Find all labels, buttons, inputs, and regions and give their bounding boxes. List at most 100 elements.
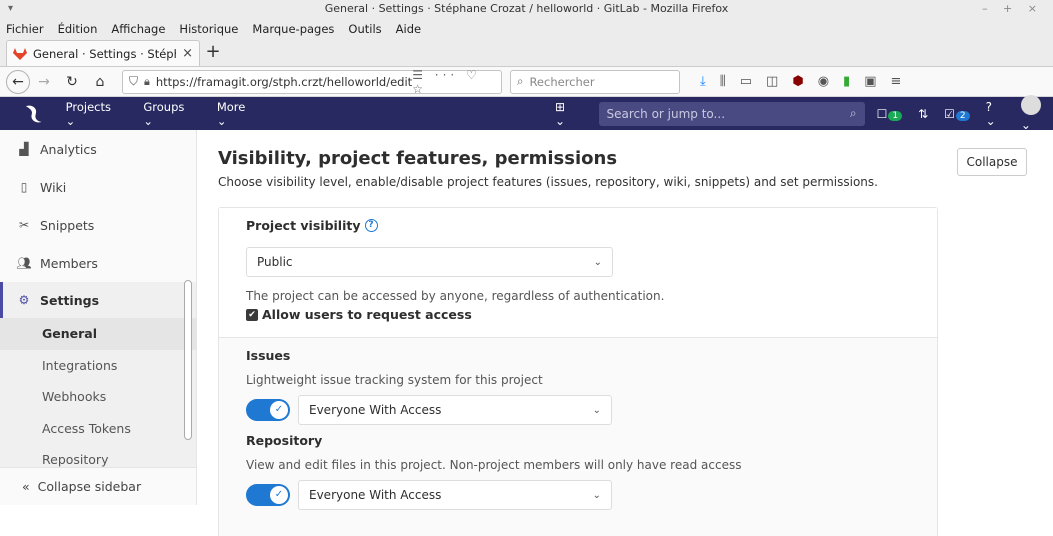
forward-icon[interactable]: →: [30, 70, 58, 94]
double-chevron-left-icon: «: [22, 479, 30, 494]
window-menu-icon[interactable]: ▾: [8, 0, 13, 18]
issues-toggle[interactable]: ✓: [246, 399, 290, 421]
help-icon[interactable]: ?: [364, 219, 378, 232]
issues-description: Lightweight issue tracking system for th…: [246, 373, 543, 387]
menu-affichage[interactable]: Affichage: [111, 22, 165, 36]
search-icon: ⌕: [517, 74, 524, 88]
user-menu[interactable]: ⌄: [1020, 95, 1053, 132]
section-title: Visibility, project features, permission…: [218, 148, 618, 169]
settings-content: Visibility, project features, permission…: [197, 130, 1053, 536]
back-icon[interactable]: ←: [6, 69, 30, 94]
tab-close-icon[interactable]: ×: [182, 46, 193, 61]
extension-green-icon[interactable]: ▮: [843, 74, 850, 89]
features-section: Issues Lightweight issue tracking system…: [219, 338, 937, 536]
sidebar-subitem-webhooks[interactable]: Webhooks: [0, 381, 196, 413]
sidebar-subitem-integrations[interactable]: Integrations: [0, 349, 196, 381]
gitlab-search-placeholder: Search or jump to...: [606, 106, 726, 121]
issues-access-select[interactable]: Everyone With Access ⌄: [298, 395, 612, 425]
visibility-value: Public: [257, 255, 293, 269]
menu-fichier[interactable]: Fichier: [6, 22, 44, 36]
gitlab-header-icons: ☐ 1 ⇅ ☑ 2 ? ⌄ ⌄: [877, 95, 1053, 132]
repository-access-select[interactable]: Everyone With Access ⌄: [298, 480, 612, 510]
framagit-logo-icon[interactable]: [22, 104, 46, 124]
url-action-icons[interactable]: ☰ ··· ♡ ☆: [412, 68, 495, 96]
nav-toolbar: ← → ↻ ⌂ ⛉ 🔒︎ https://framagit.org/stph.c…: [0, 67, 1053, 97]
gitlab-favicon-icon: [13, 47, 27, 60]
visibility-panel: Project visibility ? Public ⌄ The projec…: [218, 207, 938, 536]
visibility-select[interactable]: Public ⌄: [246, 247, 613, 277]
sidebar-scrollbar[interactable]: [184, 280, 192, 440]
request-access-checkbox[interactable]: ✔: [246, 308, 258, 321]
issues-access-value: Everyone With Access: [309, 403, 442, 417]
chevron-down-icon: ⌄: [592, 489, 601, 501]
gitlab-search-input[interactable]: Search or jump to... ⌕: [598, 101, 865, 126]
nav-projects[interactable]: Projects ⌄: [66, 100, 124, 128]
sidebar-item-wiki[interactable]: ▯ Wiki: [0, 168, 196, 206]
extension-icon[interactable]: ◉: [818, 74, 829, 89]
sidebar-item-members[interactable]: 👥︎ Members: [0, 244, 196, 282]
avatar: [1020, 95, 1041, 115]
sidebar-subitem-access-tokens[interactable]: Access Tokens: [0, 412, 196, 444]
todo-icon[interactable]: ☐ 1: [877, 107, 903, 121]
url-bar[interactable]: ⛉ 🔒︎ https://framagit.org/stph.crzt/hell…: [122, 68, 502, 96]
project-sidebar: ▟ Analytics ▯ Wiki ✂ Snippets 👥︎ Members…: [0, 130, 197, 505]
nav-groups[interactable]: Groups ⌄: [143, 100, 196, 128]
sidebar-item-label: Members: [40, 255, 98, 271]
reader-icon[interactable]: ▭: [740, 74, 752, 89]
issues-feature-row: ✓ Everyone With Access ⌄: [246, 395, 910, 425]
visibility-section: Project visibility ? Public ⌄ The projec…: [219, 208, 937, 338]
sidebar-item-label: Snippets: [40, 217, 95, 233]
window-controls[interactable]: – + ×: [982, 0, 1043, 18]
menu-outils[interactable]: Outils: [348, 22, 381, 36]
gear-icon: ⚙: [18, 293, 30, 307]
sidebar-item-snippets[interactable]: ✂ Snippets: [0, 206, 196, 244]
library-icon[interactable]: ⫼: [720, 74, 726, 89]
toolbar-icons: ⤓ ⫼ ▭ ◫ ⬢ ◉ ▮ ▣ ≡: [700, 74, 901, 89]
hamburger-menu-icon[interactable]: ≡: [890, 74, 901, 89]
menubar: Fichier Édition Affichage Historique Mar…: [0, 18, 1053, 39]
analytics-icon: ▟: [19, 142, 29, 156]
snippets-icon: ✂: [18, 218, 30, 232]
issues-label: Issues: [246, 348, 291, 363]
repository-description: View and edit files in this project. Non…: [246, 458, 742, 472]
new-tab-button[interactable]: +: [200, 40, 226, 66]
tracking-shield-icon[interactable]: ⛉: [129, 74, 138, 89]
sidebar-icon[interactable]: ◫: [766, 74, 778, 89]
tab-bar: General · Settings · Stéphane × +: [0, 39, 1053, 67]
home-icon[interactable]: ⌂: [86, 70, 114, 94]
request-access-label: Allow users to request access: [262, 307, 472, 322]
menu-aide[interactable]: Aide: [396, 22, 421, 36]
nav-more[interactable]: More ⌄: [217, 100, 258, 128]
sidebar-item-label: Analytics: [40, 141, 97, 157]
collapse-button[interactable]: Collapse: [957, 148, 1027, 176]
extension-gray-icon[interactable]: ▣: [864, 74, 876, 89]
repository-toggle[interactable]: ✓: [246, 484, 290, 506]
sidebar-item-analytics[interactable]: ▟ Analytics: [0, 130, 196, 168]
ublock-icon[interactable]: ⬢: [792, 74, 803, 89]
section-description: Choose visibility level, enable/disable …: [218, 175, 878, 189]
reload-icon[interactable]: ↻: [58, 70, 86, 94]
sidebar-subitem-general[interactable]: General: [0, 318, 196, 350]
sidebar-item-label: Settings: [40, 292, 100, 308]
sidebar-item-settings[interactable]: ⚙ Settings: [0, 282, 196, 318]
collapse-sidebar-button[interactable]: « Collapse sidebar: [0, 467, 196, 505]
menu-edition[interactable]: Édition: [58, 22, 98, 36]
issues-icon[interactable]: ☑ 2: [944, 107, 970, 121]
merge-request-icon[interactable]: ⇅: [918, 107, 928, 121]
menu-historique[interactable]: Historique: [179, 22, 238, 36]
tab-title: General · Settings · Stéphane: [33, 46, 176, 61]
lock-icon[interactable]: 🔒︎: [144, 75, 150, 89]
menu-marque-pages[interactable]: Marque-pages: [252, 22, 334, 36]
browser-search-input[interactable]: ⌕ Rechercher: [510, 69, 680, 94]
window-title: General · Settings · Stéphane Crozat / h…: [324, 2, 729, 15]
browser-search-placeholder: Rechercher: [529, 74, 595, 89]
request-access-checkbox-row[interactable]: ✔ Allow users to request access: [246, 307, 910, 322]
url-text[interactable]: https://framagit.org/stph.crzt/helloworl…: [156, 75, 412, 89]
repository-access-value: Everyone With Access: [309, 488, 442, 502]
browser-tab[interactable]: General · Settings · Stéphane ×: [6, 40, 200, 66]
window-titlebar: ▾ General · Settings · Stéphane Crozat /…: [0, 0, 1053, 18]
help-icon[interactable]: ? ⌄: [986, 100, 1005, 128]
gitlab-header: Projects ⌄ Groups ⌄ More ⌄ ⊞ ⌄ Search or…: [0, 95, 1053, 132]
new-item-icon[interactable]: ⊞ ⌄: [555, 100, 579, 128]
download-icon[interactable]: ⤓: [700, 74, 706, 89]
